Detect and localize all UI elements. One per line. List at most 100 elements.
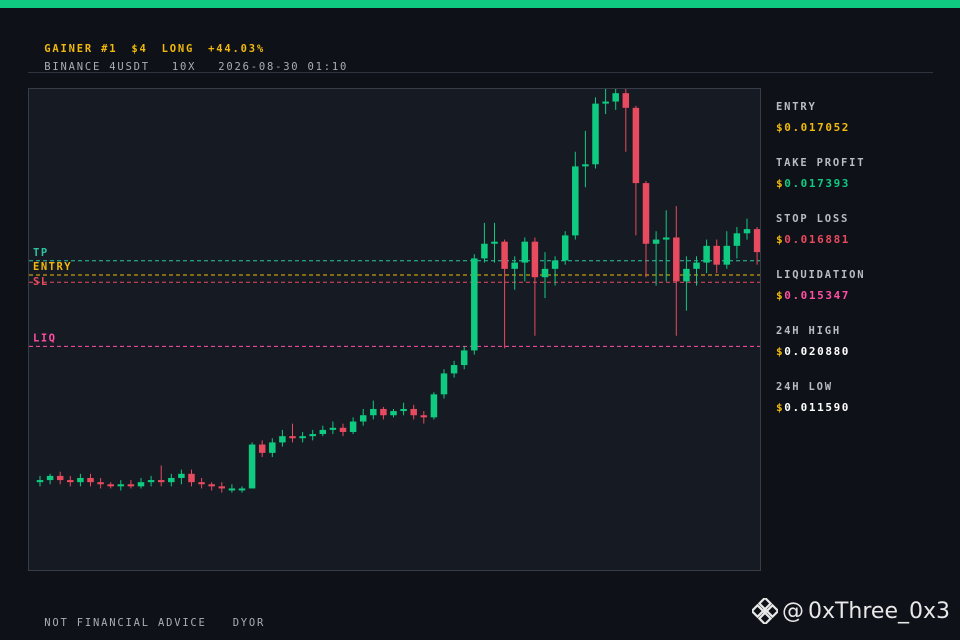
candle-body [430,394,438,418]
candle-body [46,475,54,481]
candle-body [753,229,760,253]
stat-take-profit: TAKE PROFIT $0.017393 [776,157,936,213]
candle-body [117,484,125,487]
stat-liquidation: LIQUIDATION $0.015347 [776,269,936,325]
candle-body [36,480,44,483]
candle-body [77,477,84,483]
currency-symbol: $ [776,233,785,246]
level-label-entry: ENTRY [33,261,72,273]
candle-body [390,411,397,416]
candle-body [137,482,145,487]
candle-body [673,237,680,282]
dyor-text: DYOR [232,617,266,629]
stat-value: $0.015347 [776,289,936,302]
candle-body [460,350,468,366]
stat-value: $0.020880 [776,345,936,358]
candle-body [521,241,529,263]
stat-24h-low: 24H LOW $0.011590 [776,381,936,437]
stat-entry: ENTRY $0.017052 [776,101,936,157]
candle-body [511,262,518,269]
top-accent-bar [0,0,960,8]
candle-body [602,101,609,104]
candle-body [743,229,751,234]
candle-body [238,488,246,491]
watermark: @ 0xThree_0x3 [751,598,950,624]
stat-number: 0.017393 [784,177,851,190]
level-label-tp: TP [33,247,49,259]
candle-body [279,436,286,443]
candle-body [652,239,660,244]
candle-body [269,442,276,453]
candle-body [107,484,114,487]
candle-body [208,484,215,487]
candle-body [329,427,337,430]
disclaimer: NOT FINANCIAL ADVICE DYOR [28,605,291,629]
stat-number: 0.020880 [784,345,851,358]
stat-number: 0.011590 [784,401,851,414]
candle-body [642,183,650,244]
candle-body [359,415,367,422]
candle-body [258,444,266,453]
watermark-handle: 0xThree_0x3 [807,598,950,624]
stat-label: 24H HIGH [776,325,841,337]
candle-body [632,107,640,184]
candle-body [289,436,296,439]
candle-body [168,477,175,483]
stat-value: $0.016881 [776,233,936,246]
candle-body [592,103,599,165]
candle-body [582,164,589,167]
stat-label: 24H LOW [776,381,833,393]
candle-body [188,473,195,483]
currency-symbol: $ [776,345,785,358]
candle-body [572,166,579,236]
header-divider [28,72,933,73]
candle-body [339,427,347,432]
currency-symbol: $ [776,401,785,414]
candle-body [410,408,417,416]
stat-label: ENTRY [776,101,817,113]
stat-number: 0.017052 [784,121,851,134]
level-label-liq: LIQ [33,332,56,344]
candle-body [491,241,498,244]
candle-body [97,482,104,485]
candle-body [612,93,619,102]
candle-body [713,245,720,265]
candle-body [370,408,377,416]
currency-symbol: $ [776,121,785,134]
stat-24h-high: 24H HIGH $0.020880 [776,325,936,381]
stats-panel: ENTRY $0.017052 TAKE PROFIT $0.017393 ST… [776,101,936,437]
candle-body [501,241,508,269]
disclaimer-text: NOT FINANCIAL ADVICE [44,617,207,629]
candle-body [561,235,569,261]
candle-body [551,260,559,269]
candle-body [380,408,387,416]
candle-body [218,486,226,489]
candle-body [662,237,670,240]
candle-body [56,475,64,481]
stat-number: 0.015347 [784,289,851,302]
candle-body [400,408,407,412]
candle-body [349,421,357,432]
stat-value: $0.017393 [776,177,936,190]
currency-symbol: $ [776,289,785,302]
candle-body [127,484,135,487]
currency-symbol: $ [776,177,785,190]
candle-body [420,415,428,418]
candle-body [723,245,731,265]
binance-logo-icon [751,598,778,624]
stat-number: 0.016881 [784,233,851,246]
stat-label: LIQUIDATION [776,269,866,281]
candle-body [733,233,741,246]
candle-body [622,93,630,108]
stat-label: TAKE PROFIT [776,157,866,169]
candle-body [541,268,549,278]
candle-body [178,473,185,478]
candle-body [531,241,539,278]
candle-body [228,488,236,491]
candle-body [450,365,458,374]
candle-body [471,258,478,351]
stat-value: $0.017052 [776,121,936,134]
stat-value: $0.011590 [776,401,936,414]
at-icon: @ [781,598,804,624]
candle-body [67,480,74,483]
